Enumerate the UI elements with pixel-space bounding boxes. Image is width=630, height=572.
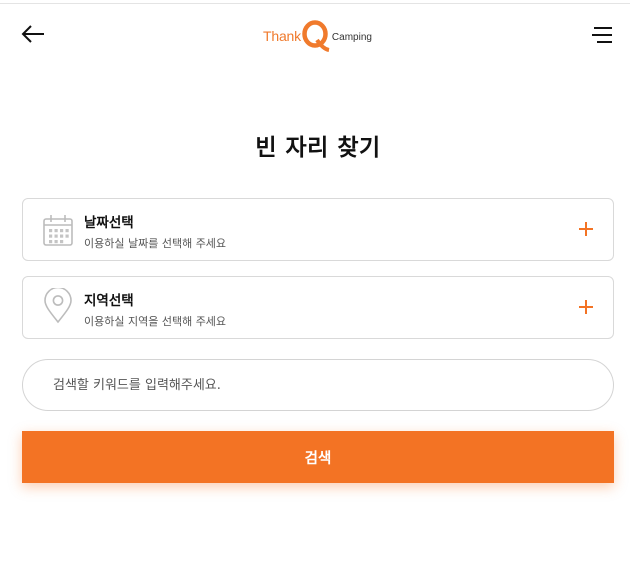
app-header: Thank Camping xyxy=(0,4,630,62)
keyword-search-field xyxy=(22,359,614,411)
plus-icon[interactable] xyxy=(578,221,594,237)
hamburger-menu-icon xyxy=(592,27,612,43)
calendar-icon xyxy=(42,214,74,248)
region-select-box[interactable]: 지역선택 이용하실 지역을 선택해 주세요 xyxy=(22,276,614,339)
logo-camping-text: Camping xyxy=(331,31,372,43)
location-pin-icon xyxy=(42,286,74,326)
logo-thank-text: Thank xyxy=(263,28,301,44)
region-select-description: 이용하실 지역을 선택해 주세요 xyxy=(84,315,227,328)
find-vacancy-page: Thank Camping 빈 자리 찾기 날짜선택 이용하실 날짜를 선택해 … xyxy=(0,0,630,572)
logo-q-icon xyxy=(302,20,330,52)
date-select-description: 이용하실 날짜를 선택해 주세요 xyxy=(84,237,227,250)
region-select-label: 지역선택 xyxy=(84,293,134,309)
logo-q-mark xyxy=(302,20,330,52)
thankq-camping-logo[interactable]: Thank Camping xyxy=(263,19,372,53)
menu-button[interactable] xyxy=(589,24,615,46)
keyword-search-input[interactable] xyxy=(23,360,613,410)
plus-icon[interactable] xyxy=(578,299,594,315)
search-button[interactable]: 검색 xyxy=(22,431,614,483)
arrow-left-icon xyxy=(21,25,44,43)
date-select-label: 날짜선택 xyxy=(84,215,134,231)
date-select-box[interactable]: 날짜선택 이용하실 날짜를 선택해 주세요 xyxy=(22,198,614,261)
back-button[interactable] xyxy=(20,23,46,45)
page-title: 빈 자리 찾기 xyxy=(255,135,381,161)
